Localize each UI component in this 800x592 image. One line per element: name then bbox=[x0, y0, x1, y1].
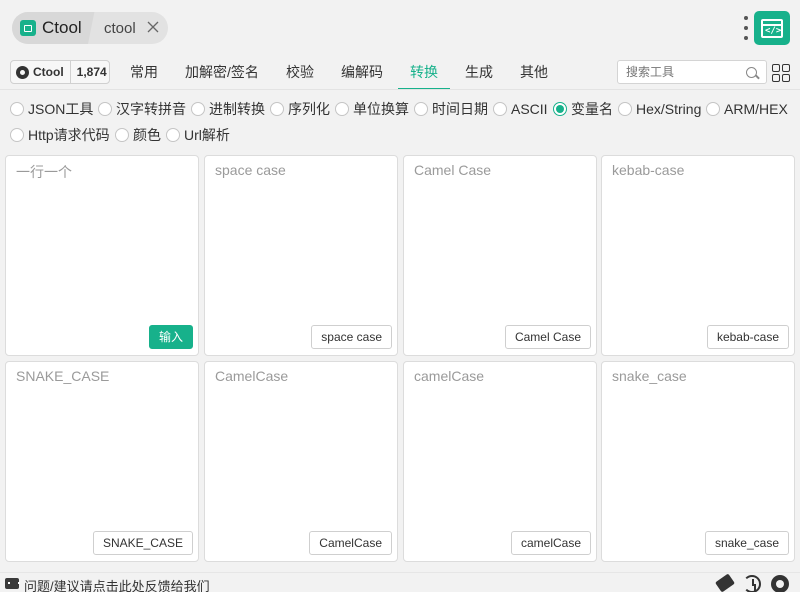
tab-ctool-app-label: Ctool bbox=[42, 18, 82, 37]
more-menu-icon[interactable] bbox=[743, 16, 749, 40]
radio-label: Url解析 bbox=[184, 127, 230, 143]
radio-label: 汉字转拼音 bbox=[116, 101, 186, 117]
nav-divider bbox=[0, 89, 800, 90]
radio-dot bbox=[10, 128, 24, 142]
space-case-button[interactable]: space case bbox=[311, 325, 392, 349]
tab-other[interactable]: 其他 bbox=[518, 58, 550, 88]
radio-unit[interactable]: 单位换算 bbox=[335, 97, 409, 121]
radio-arm-hex[interactable]: ARM/HEX bbox=[706, 97, 788, 121]
eraser-icon[interactable] bbox=[715, 573, 735, 592]
camel-case-button[interactable]: camelCase bbox=[510, 531, 591, 555]
kebab-case-panel: kebab-case bbox=[601, 155, 795, 356]
radio-dot bbox=[10, 102, 24, 116]
github-stars: 1,874 bbox=[76, 65, 107, 79]
radio-label: 变量名 bbox=[571, 101, 613, 117]
tab-generate[interactable]: 生成 bbox=[463, 58, 495, 88]
radio-label: Hex/String bbox=[636, 101, 702, 117]
github-label: Ctool bbox=[33, 65, 64, 79]
camel-case-panel: camelCase bbox=[403, 361, 597, 562]
tab-crypto[interactable]: 加解密/签名 bbox=[183, 58, 261, 88]
gear-icon[interactable] bbox=[771, 575, 789, 592]
radio-label: 单位换算 bbox=[353, 101, 409, 117]
radio-label: 时间日期 bbox=[432, 101, 488, 117]
pascal-case-panel: CamelCase bbox=[204, 361, 398, 562]
radio-url[interactable]: Url解析 bbox=[166, 123, 230, 147]
tab-ctool-app[interactable]: Ctool bbox=[12, 12, 96, 44]
search-icon[interactable] bbox=[746, 67, 757, 78]
radio-dot bbox=[166, 128, 180, 142]
camel-case-spaced-button[interactable]: Camel Case bbox=[504, 325, 591, 349]
status-bar: 问题/建议请点击此处反馈给我们 bbox=[0, 572, 800, 592]
tab-ctool-page-label: ctool bbox=[104, 19, 136, 37]
close-icon[interactable] bbox=[146, 20, 160, 34]
radio-http[interactable]: Http请求代码 bbox=[10, 123, 110, 147]
radio-dot bbox=[493, 102, 507, 116]
space-case-panel: space case bbox=[204, 155, 398, 356]
title-bar: Ctool ctool </> bbox=[0, 0, 800, 56]
history-icon[interactable] bbox=[743, 575, 761, 592]
snake-upper-button[interactable]: SNAKE_CASE bbox=[92, 531, 193, 555]
radio-hex-string[interactable]: Hex/String bbox=[618, 97, 701, 121]
radio-dot bbox=[270, 102, 284, 116]
tab-ctool-page[interactable]: ctool bbox=[104, 12, 136, 44]
snake-case-panel: snake_case bbox=[601, 361, 795, 562]
tab-common[interactable]: 常用 bbox=[128, 58, 160, 88]
kebab-case-button[interactable]: kebab-case bbox=[706, 325, 789, 349]
radio-label: JSON工具 bbox=[28, 101, 94, 117]
tab-check[interactable]: 校验 bbox=[284, 58, 316, 88]
radio-label: 颜色 bbox=[133, 127, 161, 143]
radio-pinyin[interactable]: 汉字转拼音 bbox=[98, 97, 186, 121]
radio-color[interactable]: 颜色 bbox=[115, 123, 161, 147]
snake-case-button[interactable]: snake_case bbox=[704, 531, 789, 555]
grid-icon[interactable] bbox=[772, 64, 790, 82]
ctool-logo-icon bbox=[20, 20, 36, 36]
radio-serialize[interactable]: 序列化 bbox=[270, 97, 330, 121]
tool-selector: JSON工具 汉字转拼音 进制转换 序列化 单位换算 时间日期 ASCII 变量… bbox=[0, 96, 800, 150]
input-button[interactable]: 输入 bbox=[148, 325, 193, 349]
radio-ascii[interactable]: ASCII bbox=[493, 97, 548, 121]
radio-label: ASCII bbox=[511, 101, 548, 117]
tab-encode[interactable]: 编解码 bbox=[339, 58, 385, 88]
app-logo-icon[interactable]: </> bbox=[754, 11, 790, 45]
radio-dot-checked bbox=[553, 102, 567, 116]
radio-dot bbox=[706, 102, 720, 116]
radio-label: 进制转换 bbox=[209, 101, 265, 117]
radio-dot bbox=[618, 102, 632, 116]
radio-dot bbox=[414, 102, 428, 116]
search-input[interactable] bbox=[617, 60, 767, 84]
radio-variable[interactable]: 变量名 bbox=[553, 97, 613, 121]
radio-dot bbox=[115, 128, 129, 142]
radio-label: ARM/HEX bbox=[724, 101, 788, 117]
input-panel: 输入 bbox=[5, 155, 199, 356]
radio-time[interactable]: 时间日期 bbox=[414, 97, 488, 121]
snake-upper-panel: SNAKE_CASE bbox=[5, 361, 199, 562]
radio-dot bbox=[98, 102, 112, 116]
feedback-link[interactable]: 问题/建议请点击此处反馈给我们 bbox=[24, 576, 210, 592]
category-nav: Ctool 1,874 常用 加解密/签名 校验 编解码 转换 生成 其他 bbox=[0, 58, 800, 90]
radio-dot bbox=[191, 102, 205, 116]
github-badge[interactable]: Ctool 1,874 bbox=[10, 60, 110, 84]
radio-radix[interactable]: 进制转换 bbox=[191, 97, 265, 121]
radio-label: 序列化 bbox=[288, 101, 330, 117]
pascal-case-button[interactable]: CamelCase bbox=[309, 531, 392, 555]
radio-dot bbox=[335, 102, 349, 116]
tab-convert[interactable]: 转换 bbox=[398, 58, 450, 90]
feedback-icon[interactable] bbox=[5, 578, 20, 589]
radio-json[interactable]: JSON工具 bbox=[10, 97, 93, 121]
github-icon bbox=[16, 65, 29, 79]
camel-case-spaced-panel: Camel Case bbox=[403, 155, 597, 356]
radio-label: Http请求代码 bbox=[28, 127, 110, 143]
